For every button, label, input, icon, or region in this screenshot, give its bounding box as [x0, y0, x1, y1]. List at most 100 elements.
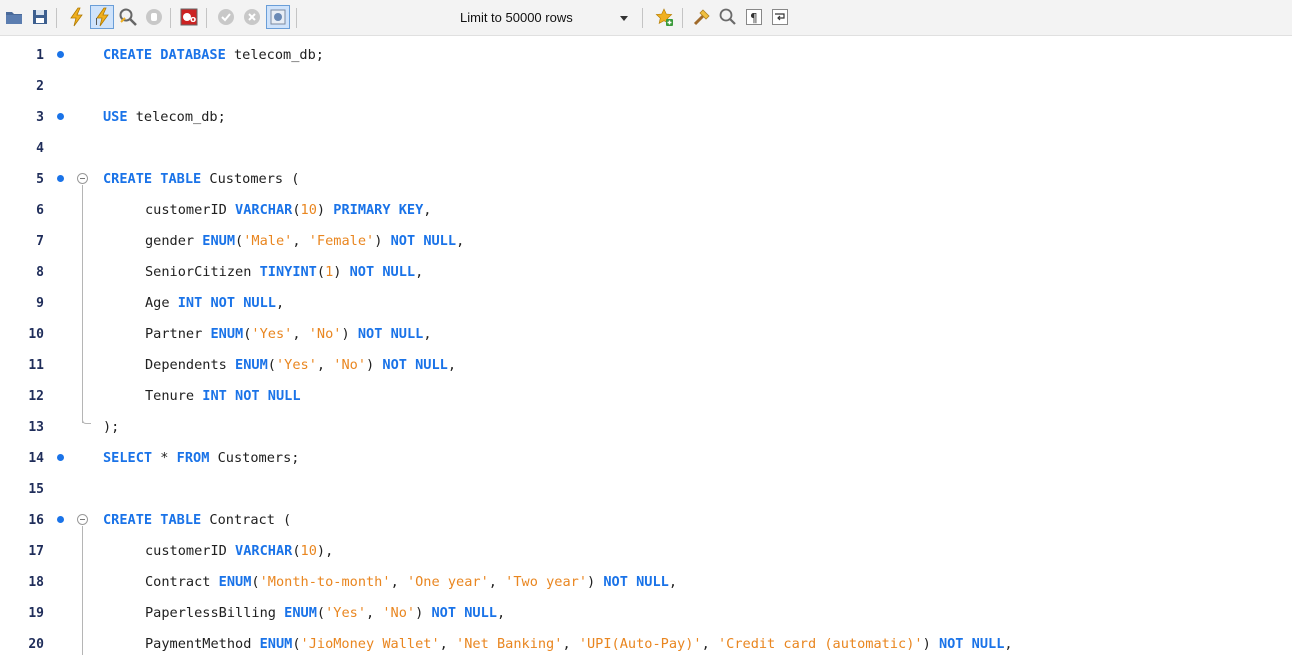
fold-guide-end: [82, 415, 91, 424]
toolbar-separator: [296, 8, 297, 28]
open-folder-icon[interactable]: [2, 5, 26, 29]
limit-rows-label: Limit to 50000 rows: [460, 10, 573, 25]
sql-text: customerID: [145, 543, 236, 559]
code-text: Dependents ENUM('Yes', 'No') NOT NULL,: [145, 350, 456, 381]
explain-icon[interactable]: [116, 5, 140, 29]
beautify-icon[interactable]: [690, 5, 714, 29]
toolbar-separator: [56, 8, 57, 28]
chevron-down-icon: [620, 16, 628, 21]
code-line[interactable]: 8 SeniorCitizen TINYINT(1) NOT NULL,: [0, 257, 1292, 288]
code-line[interactable]: 2: [0, 71, 1292, 102]
line-number: 14: [28, 451, 44, 466]
line-number: 16: [28, 513, 44, 528]
code-text: customerID VARCHAR(10),: [145, 536, 333, 567]
sql-literal: 'Credit card (automatic)': [717, 636, 923, 652]
sql-text: (: [292, 543, 301, 559]
sql-text: PaperlessBilling: [145, 605, 285, 621]
code-line[interactable]: 15: [0, 474, 1292, 505]
sql-keyword: PRIMARY KEY: [333, 202, 424, 218]
code-line[interactable]: 18 Contract ENUM('Month-to-month', 'One y…: [0, 567, 1292, 598]
fold-collapse-icon[interactable]: [77, 514, 88, 525]
sql-text: ,: [701, 636, 718, 652]
code-line[interactable]: 5 CREATE TABLE Customers (: [0, 164, 1292, 195]
line-number: 20: [28, 637, 44, 652]
code-line[interactable]: 6 customerID VARCHAR(10) PRIMARY KEY,: [0, 195, 1292, 226]
add-snippet-icon[interactable]: [652, 5, 676, 29]
fold-guide: [82, 526, 83, 655]
sql-literal: 'No': [333, 357, 367, 373]
save-icon[interactable]: [28, 5, 52, 29]
code-line[interactable]: 19 PaperlessBilling ENUM('Yes', 'No') NOT…: [0, 598, 1292, 629]
line-number: 3: [36, 110, 44, 125]
sql-text: ,: [562, 636, 579, 652]
sql-editor-toolbar: I o Limit to 50000 rows ¶: [0, 0, 1292, 36]
line-number: 2: [36, 79, 44, 94]
code-line[interactable]: 16 CREATE TABLE Contract (: [0, 505, 1292, 536]
sql-editor[interactable]: 1 CREATE DATABASE telecom_db; 2 3 USE teleco…: [0, 36, 1292, 655]
code-line[interactable]: 11 Dependents ENUM('Yes', 'No') NOT NULL,: [0, 350, 1292, 381]
code-line[interactable]: 20 PaymentMethod ENUM('JioMoney Wallet', …: [0, 629, 1292, 655]
autocommit-icon[interactable]: [266, 5, 290, 29]
sql-text: telecom_db;: [127, 109, 226, 125]
sql-text: ,: [275, 295, 285, 311]
code-line[interactable]: 17 customerID VARCHAR(10),: [0, 536, 1292, 567]
sql-keyword: TINYINT: [259, 264, 317, 280]
code-line[interactable]: 4: [0, 133, 1292, 164]
sql-keyword: ENUM: [235, 357, 268, 373]
sql-text: Customers;: [209, 450, 300, 466]
sql-literal: 'Net Banking': [456, 636, 563, 652]
sql-keyword: VARCHAR: [235, 202, 293, 218]
code-line[interactable]: 14 SELECT * FROM Customers;: [0, 443, 1292, 474]
sql-text: ,: [668, 574, 678, 590]
code-text: customerID VARCHAR(10) PRIMARY KEY,: [145, 195, 431, 226]
sql-text: ): [587, 574, 604, 590]
code-line[interactable]: 1 CREATE DATABASE telecom_db;: [0, 40, 1292, 71]
sql-keyword: NOT NULL: [431, 605, 497, 621]
execute-current-icon[interactable]: I: [90, 5, 114, 29]
sql-keyword: CREATE DATABASE: [103, 47, 226, 63]
code-text: USE telecom_db;: [103, 102, 226, 133]
code-line[interactable]: 10 Partner ENUM('Yes', 'No') NOT NULL,: [0, 319, 1292, 350]
sql-text: ,: [423, 202, 432, 218]
fold-collapse-icon[interactable]: [77, 173, 88, 184]
svg-text:¶: ¶: [750, 11, 758, 25]
sql-text: ),: [316, 543, 334, 559]
limit-rows-select[interactable]: Limit to 50000 rows: [456, 7, 632, 29]
sql-text: ): [341, 326, 358, 342]
line-number: 19: [28, 606, 44, 621]
line-number: 9: [36, 296, 44, 311]
statement-marker-icon: [57, 113, 64, 120]
stop-icon[interactable]: [142, 5, 166, 29]
sql-text: ,: [366, 605, 383, 621]
commit-icon[interactable]: [214, 5, 238, 29]
sql-literal: 'Yes': [251, 326, 293, 342]
sql-keyword: FROM: [176, 450, 210, 466]
line-number: 6: [36, 203, 44, 218]
rollback-icon[interactable]: [240, 5, 264, 29]
line-number: 8: [36, 265, 44, 280]
wrap-lines-icon[interactable]: [768, 5, 792, 29]
sql-literal: 'Month-to-month': [259, 574, 391, 590]
line-number: 7: [36, 234, 44, 249]
svg-text:o: o: [190, 15, 196, 25]
sql-keyword: ENUM: [284, 605, 317, 621]
code-text: gender ENUM('Male', 'Female') NOT NULL,: [145, 226, 464, 257]
code-line[interactable]: 7 gender ENUM('Male', 'Female') NOT NULL,: [0, 226, 1292, 257]
toggle-error-icon[interactable]: o: [177, 5, 201, 29]
sql-literal: 'Yes': [325, 605, 366, 621]
find-icon[interactable]: [716, 5, 740, 29]
line-number: 5: [36, 172, 44, 187]
invisible-chars-icon[interactable]: ¶: [742, 5, 766, 29]
code-line[interactable]: 3 USE telecom_db;: [0, 102, 1292, 133]
code-text: Age INT NOT NULL,: [145, 288, 284, 319]
code-line[interactable]: 9 Age INT NOT NULL,: [0, 288, 1292, 319]
sql-keyword: ENUM: [259, 636, 293, 652]
sql-text: customerID: [145, 202, 236, 218]
code-line[interactable]: 12 Tenure INT NOT NULL: [0, 381, 1292, 412]
line-number: 11: [28, 358, 44, 373]
sql-text: *: [152, 450, 177, 466]
execute-icon[interactable]: [64, 5, 88, 29]
sql-text: ,: [496, 605, 506, 621]
code-line[interactable]: 13);: [0, 412, 1292, 443]
code-text: CREATE TABLE Contract (: [103, 505, 291, 536]
